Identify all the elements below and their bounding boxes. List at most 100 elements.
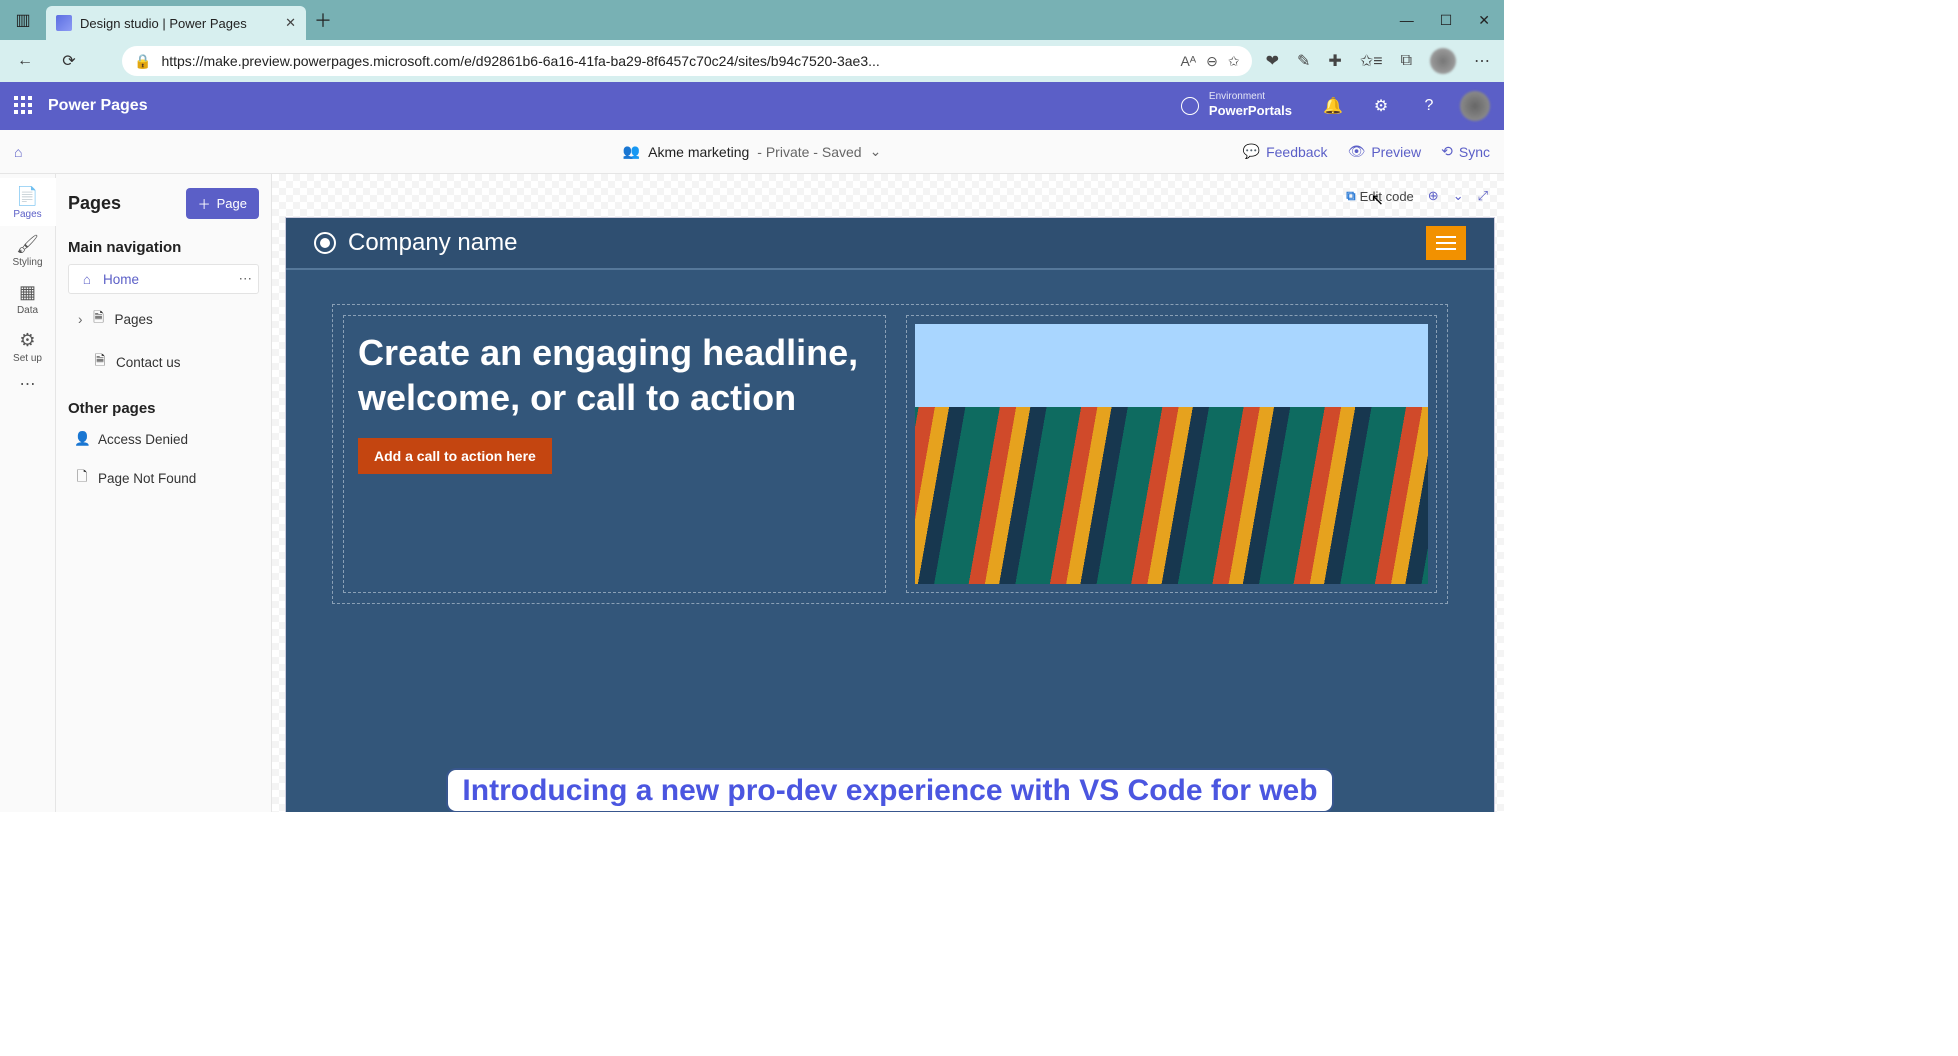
notifications-icon[interactable]: 🔔	[1316, 96, 1350, 116]
feedback-button[interactable]: 💬 Feedback	[1243, 143, 1328, 160]
styling-icon: 🖌	[0, 234, 56, 255]
environment-picker[interactable]: Environment PowerPortals	[1181, 92, 1292, 120]
pages-icon: 📄	[0, 186, 56, 207]
nav-item-label: Page Not Found	[98, 471, 196, 486]
rail-more-icon[interactable]: ⋯	[20, 374, 36, 394]
app-name: Power Pages	[48, 97, 148, 115]
nav-back-icon[interactable]: ←	[10, 52, 40, 70]
site-name: Akme marketing	[648, 144, 749, 160]
window-minimize-icon[interactable]: —	[1400, 12, 1414, 29]
data-icon: ▦	[0, 282, 56, 303]
profile-avatar-icon[interactable]	[1430, 48, 1456, 74]
nav-item-access-denied[interactable]: 👤 Access Denied	[68, 425, 259, 453]
hero-image-block[interactable]	[906, 315, 1437, 593]
pen-icon[interactable]: ✎	[1297, 51, 1310, 71]
section-other-pages: Other pages	[68, 400, 259, 417]
preview-label: Preview	[1371, 144, 1421, 160]
site-state: - Private - Saved	[757, 144, 861, 160]
left-rail: 📄 Pages 🖌Styling ▦ Data ⚙ Set up ⋯	[0, 174, 56, 812]
rail-data-label: Data	[17, 305, 38, 316]
nav-refresh-icon[interactable]: ⟳	[54, 51, 84, 71]
chevron-right-icon[interactable]: ›	[78, 312, 83, 327]
promo-banner-text: Introducing a new pro-dev experience wit…	[448, 770, 1331, 811]
sync-icon: ⟲	[1441, 143, 1453, 160]
nav-item-label: Pages	[115, 312, 153, 327]
nav-item-more-icon[interactable]: ⋯	[239, 271, 253, 287]
page-not-found-icon: 🗋	[74, 467, 90, 490]
app-header: Power Pages Environment PowerPortals 🔔 ⚙…	[0, 82, 1504, 130]
zoom-in-icon[interactable]: ⊕	[1428, 188, 1439, 204]
feedback-label: Feedback	[1266, 144, 1327, 160]
feedback-icon: 💬	[1243, 143, 1260, 160]
pages-sidebar: Pages ＋Page Main navigation ⌂ Home ⋯ › 🗎…	[56, 174, 272, 812]
rail-styling[interactable]: 🖌Styling	[0, 226, 56, 274]
home-icon[interactable]: ⌂	[14, 144, 22, 160]
tab-title: Design studio | Power Pages	[80, 16, 247, 31]
nav-item-label: Home	[103, 272, 139, 287]
zoom-icon[interactable]: ⊖	[1206, 53, 1218, 70]
hero-headline[interactable]: Create an engaging headline, welcome, or…	[358, 330, 871, 420]
site-logo-icon	[314, 232, 336, 254]
favorites-list-icon[interactable]: ✩≡	[1360, 51, 1383, 71]
page-icon: 🗎	[91, 308, 107, 331]
access-denied-icon: 👤	[74, 431, 90, 447]
rail-setup[interactable]: ⚙ Set up	[0, 322, 56, 370]
read-aloud-icon[interactable]: Aᴬ	[1180, 53, 1196, 69]
window-maximize-icon[interactable]: ☐	[1440, 12, 1453, 29]
preview-button[interactable]: 👁 Preview	[1348, 143, 1422, 160]
site-preview: Company name Create an engaging headline…	[286, 218, 1494, 812]
shopping-icon[interactable]: ❤	[1266, 51, 1279, 71]
chevron-down-icon[interactable]: ⌄	[870, 143, 882, 160]
nav-item-home[interactable]: ⌂ Home ⋯	[68, 264, 259, 294]
sync-label: Sync	[1459, 144, 1490, 160]
nav-item-pages[interactable]: › 🗎 Pages	[68, 302, 259, 337]
site-header: Company name	[286, 218, 1494, 270]
close-tab-icon[interactable]: ✕	[285, 15, 296, 31]
lock-icon: 🔒	[134, 53, 151, 70]
new-tab-button[interactable]: ＋	[306, 7, 340, 33]
hamburger-menu-icon[interactable]	[1426, 226, 1466, 260]
settings-icon[interactable]: ⚙	[1364, 96, 1398, 116]
add-page-label: Page	[217, 196, 247, 211]
rail-pages-label: Pages	[13, 209, 41, 220]
tab-overview-icon[interactable]: ▥	[0, 10, 46, 30]
edit-code-label: Edit code	[1360, 189, 1414, 204]
sync-button[interactable]: ⟲ Sync	[1441, 143, 1490, 160]
environment-label: Environment	[1209, 92, 1292, 102]
page-icon: 🗎	[92, 351, 108, 374]
nav-item-page-not-found[interactable]: 🗋 Page Not Found	[68, 461, 259, 496]
expand-icon[interactable]: ⤢	[1478, 188, 1488, 204]
promo-banner: Introducing a new pro-dev experience wit…	[286, 774, 1494, 808]
eye-icon: 👁	[1348, 143, 1366, 160]
rail-pages[interactable]: 📄 Pages	[0, 178, 56, 226]
extensions-icon[interactable]: ✚	[1328, 51, 1341, 71]
home-page-icon: ⌂	[79, 272, 95, 287]
nav-item-contact-us[interactable]: 🗎 Contact us	[68, 345, 259, 380]
favorite-icon[interactable]: ✩	[1228, 53, 1240, 70]
globe-icon	[1181, 97, 1199, 115]
browser-tab[interactable]: Design studio | Power Pages ✕	[46, 6, 306, 40]
context-toolbar: ⌂ 👥 Akme marketing - Private - Saved ⌄ 💬…	[0, 130, 1504, 174]
nav-item-label: Contact us	[116, 355, 181, 370]
hero-image	[915, 324, 1428, 584]
hero-text-block[interactable]: Create an engaging headline, welcome, or…	[343, 315, 886, 593]
help-icon[interactable]: ?	[1412, 97, 1446, 115]
chevron-down-icon[interactable]: ⌄	[1453, 188, 1464, 204]
add-page-button[interactable]: ＋Page	[186, 188, 259, 219]
site-people-icon: 👥	[623, 143, 640, 160]
company-name[interactable]: Company name	[348, 229, 517, 257]
design-canvas: ⧉ Edit code ⊕ ⌄ ⤢ ↖ Company name Create	[272, 174, 1504, 812]
hero-cta-button[interactable]: Add a call to action here	[358, 438, 552, 474]
url-text: https://make.preview.powerpages.microsof…	[161, 53, 879, 69]
more-icon[interactable]: ⋯	[1474, 51, 1490, 71]
user-avatar-icon[interactable]	[1460, 91, 1490, 121]
rail-setup-label: Set up	[13, 353, 42, 364]
setup-icon: ⚙	[0, 330, 56, 351]
rail-data[interactable]: ▦ Data	[0, 274, 56, 322]
window-close-icon[interactable]: ✕	[1478, 12, 1490, 29]
section-main-navigation: Main navigation	[68, 239, 259, 256]
url-field[interactable]: 🔒 https://make.preview.powerpages.micros…	[122, 46, 1252, 76]
app-launcher-icon[interactable]	[14, 96, 34, 116]
collections-icon[interactable]: ⧉	[1401, 52, 1412, 70]
canvas-toolbar: ⧉ Edit code ⊕ ⌄ ⤢	[1346, 188, 1488, 204]
